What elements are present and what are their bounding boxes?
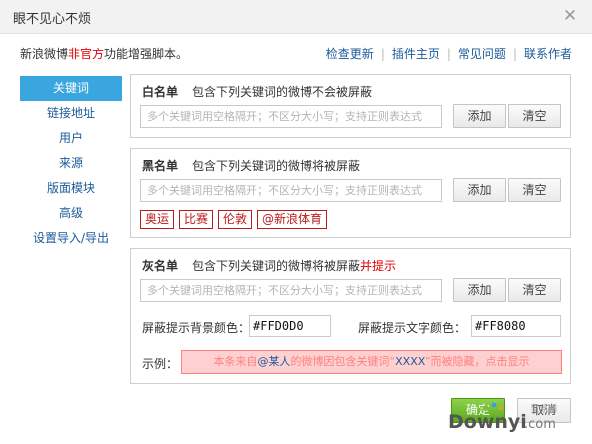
- graylist-heading: 灰名单 包含下列关键词的微博将被屏蔽并提示: [142, 257, 396, 274]
- graylist-panel: 灰名单包含下列关键词的微博将被屏蔽并提示 添加 清空 屏蔽提示背景颜色： 屏蔽提…: [130, 248, 571, 384]
- example-text: 本条来自: [213, 355, 258, 368]
- watermark-cn: 当易网: [530, 403, 557, 415]
- blacklist-add-button[interactable]: 添加: [453, 178, 506, 202]
- sidebar-item-advanced[interactable]: 高级: [20, 201, 122, 226]
- window-title: 眼不见心不烦: [13, 12, 92, 27]
- bg-color-input[interactable]: [249, 315, 331, 337]
- example-user-mention: @某人: [257, 355, 291, 368]
- link-divider: |: [512, 47, 517, 61]
- whitelist-panel: 白名单包含下列关键词的微博不会被屏蔽 添加 清空: [130, 74, 571, 138]
- blacklist-panel: 黑名单包含下列关键词的微博将被屏蔽 添加 清空 奥运 比赛 伦敦 @新浪体育: [130, 148, 571, 238]
- keyword-tag[interactable]: 伦敦: [218, 210, 253, 229]
- sidebar-item-import-export[interactable]: 设置导入/导出: [20, 226, 122, 251]
- link-divider: |: [380, 47, 385, 61]
- watermark-suffix: .com: [524, 417, 556, 432]
- close-icon[interactable]: ✕: [560, 6, 580, 26]
- sidebar: 关键词 链接地址 用户 来源 版面模块 高级 设置导入/导出: [20, 76, 122, 251]
- blacklist-clear-button[interactable]: 清空: [508, 178, 561, 202]
- watermark-circles: [483, 402, 503, 411]
- header-links: 检查更新 | 插件主页 | 常见问题 | 联系作者: [326, 45, 572, 62]
- sidebar-item-layout-modules[interactable]: 版面模块: [20, 176, 122, 201]
- example-text: 的微博因包含关键词“: [290, 355, 396, 368]
- keyword-tag[interactable]: 奥运: [140, 210, 175, 229]
- blacklist-tags: 奥运 比赛 伦敦 @新浪体育: [140, 210, 328, 229]
- example-label: 示例：: [142, 357, 179, 371]
- blacklist-heading: 黑名单 包含下列关键词的微博将被屏蔽: [142, 157, 360, 174]
- sidebar-item-users[interactable]: 用户: [20, 126, 122, 151]
- blacklist-input[interactable]: [140, 179, 442, 202]
- whitelist-desc: 包含下列关键词的微博不会被屏蔽: [192, 85, 373, 99]
- whitelist-heading: 白名单 包含下列关键词的微博不会被屏蔽: [142, 83, 372, 100]
- title-bar: 眼不见心不烦 ✕: [0, 0, 592, 34]
- keyword-tag[interactable]: 比赛: [179, 210, 214, 229]
- sidebar-item-keywords[interactable]: 关键词: [20, 76, 122, 101]
- watermark-logo: Downyi .com 当易网: [448, 402, 557, 433]
- whitelist-title: 白名单: [142, 85, 179, 99]
- example-text: ”而被隐藏，点击显示: [424, 355, 530, 368]
- intro-prefix: 新浪微博: [20, 47, 69, 61]
- graylist-input[interactable]: [140, 279, 442, 302]
- faq-link[interactable]: 常见问题: [458, 47, 506, 61]
- text-color-label: 屏蔽提示文字颜色：: [358, 321, 467, 335]
- whitelist-input[interactable]: [140, 105, 442, 128]
- intro-text: 新浪微博非官方功能增强脚本。: [20, 45, 188, 62]
- blacklist-title: 黑名单: [142, 159, 179, 173]
- graylist-desc: 包含下列关键词的微博将被屏蔽: [192, 259, 361, 273]
- link-divider: |: [446, 47, 451, 61]
- graylist-desc-highlight: 并提示: [360, 259, 397, 273]
- plugin-home-link[interactable]: 插件主页: [392, 47, 440, 61]
- blacklist-desc: 包含下列关键词的微博将被屏蔽: [192, 159, 361, 173]
- sidebar-item-source[interactable]: 来源: [20, 151, 122, 176]
- watermark-main: Downyi: [448, 411, 527, 433]
- whitelist-add-button[interactable]: 添加: [453, 104, 506, 128]
- intro-suffix: 功能增强脚本。: [104, 47, 189, 61]
- check-update-link[interactable]: 检查更新: [326, 47, 374, 61]
- graylist-add-button[interactable]: 添加: [453, 278, 506, 302]
- example-preview[interactable]: 本条来自@某人的微博因包含关键词“XXXX”而被隐藏，点击显示: [181, 350, 562, 374]
- whitelist-clear-button[interactable]: 清空: [508, 104, 561, 128]
- example-keyword: XXXX: [395, 355, 425, 368]
- bg-color-label: 屏蔽提示背景颜色：: [142, 321, 251, 335]
- sidebar-item-links[interactable]: 链接地址: [20, 101, 122, 126]
- graylist-clear-button[interactable]: 清空: [508, 278, 561, 302]
- graylist-title: 灰名单: [142, 259, 179, 273]
- intro-highlight: 非官方: [68, 47, 105, 61]
- contact-author-link[interactable]: 联系作者: [524, 47, 572, 61]
- text-color-input[interactable]: [471, 315, 561, 337]
- keyword-tag[interactable]: @新浪体育: [257, 210, 328, 229]
